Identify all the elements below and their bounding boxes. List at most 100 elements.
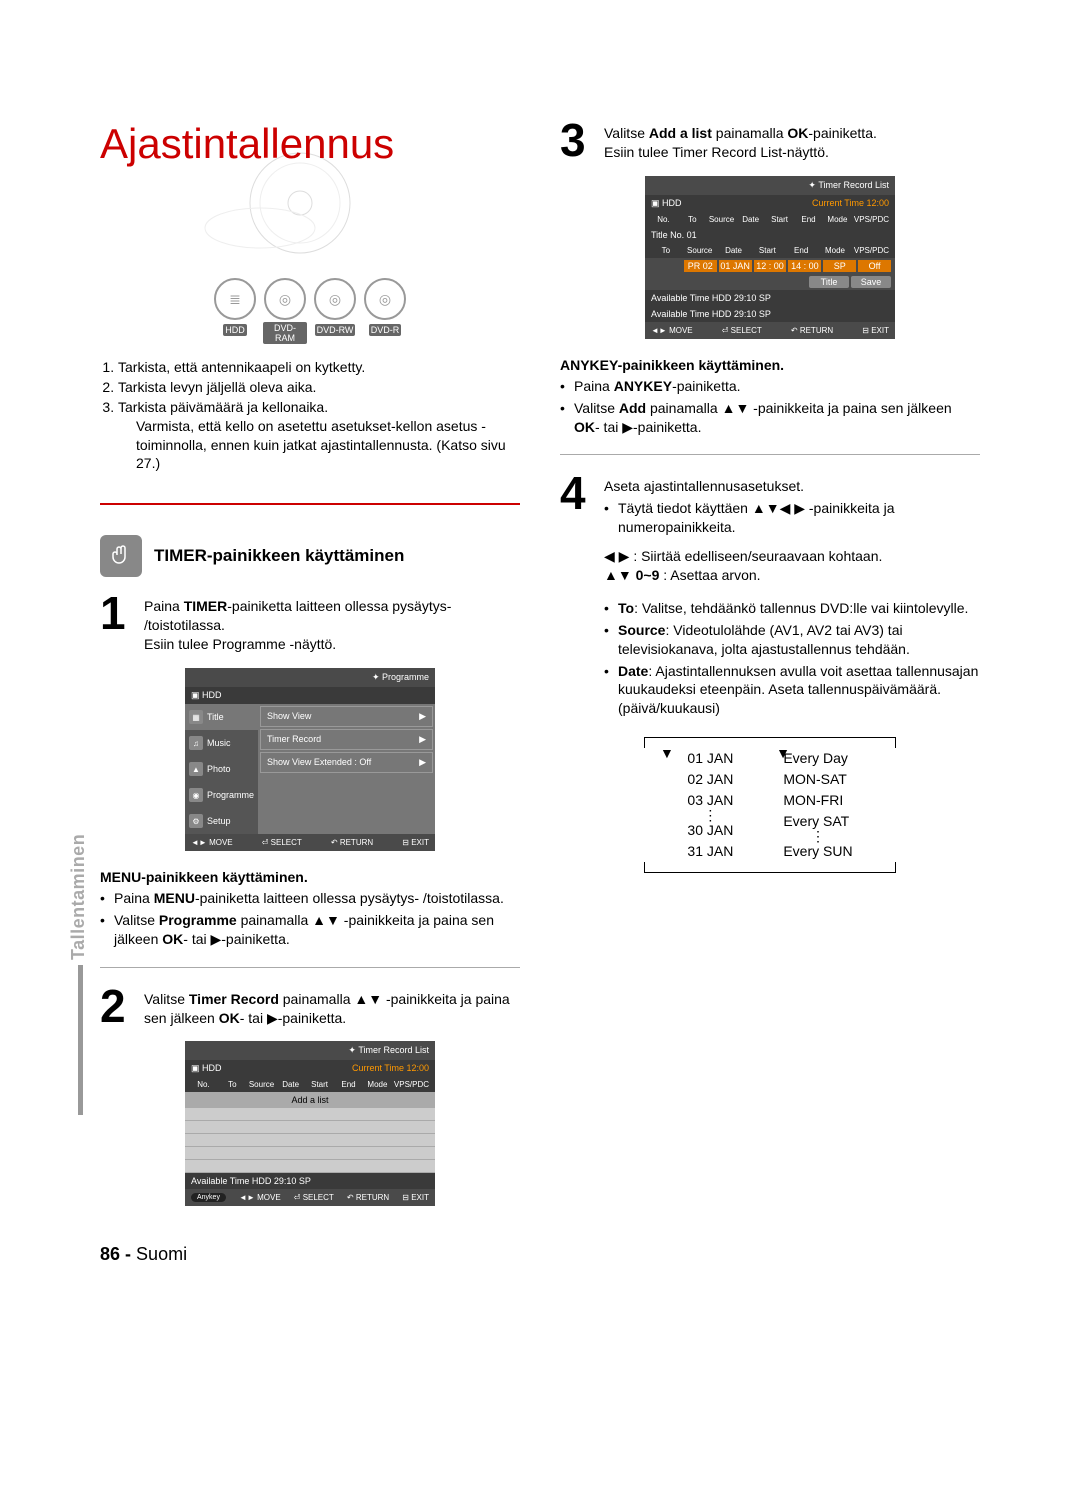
precheck-list: Tarkista, että antennikaapeli on kytkett… — [100, 358, 520, 473]
trl2-col-no: No. — [651, 215, 676, 224]
trl2-col-end: End — [796, 215, 821, 224]
ui-trl2-avail1: Available Time HDD 29:10 SP — [645, 290, 895, 306]
ui-foot-move: MOVE — [209, 838, 233, 847]
s4-b2-post: : Ajastintallennuksen avulla voit asetta… — [618, 663, 978, 717]
s2-b: Timer Record — [189, 991, 279, 1007]
ui-side-title: Title — [207, 712, 224, 722]
ui-side-photo: Photo — [207, 764, 231, 774]
trl2-rc-vps: VPS/PDC — [854, 246, 889, 255]
trl2-rc-mode: Mode — [820, 246, 850, 255]
df-l3: ⋮ — [687, 811, 733, 819]
trl2-foot-return: RETURN — [800, 326, 833, 335]
s4-b0-post: : Valitse, tehdäänkö tallennus DVD:lle v… — [634, 600, 968, 616]
s4-sub3-pre: ▲▼ — [604, 567, 636, 583]
trl2-row-2: 01 JAN — [719, 260, 752, 272]
step-3-body: Valitse Add a list painamalla OK-painike… — [604, 120, 980, 162]
ui-trl2-titleno: Title No. 01 — [645, 227, 895, 243]
trl2-foot-exit: EXIT — [871, 326, 889, 335]
s4-bullet-source: Source: Videotulolähde (AV1, AV2 tai AV3… — [618, 621, 980, 659]
precheck-2: Tarkista levyn jäljellä oleva aika. — [118, 378, 520, 397]
step1-after: Esiin tulee Programme -näyttö. — [144, 636, 336, 652]
precheck-extra: Varmista, että kello on asetettu asetuks… — [136, 417, 520, 474]
dvd-ram-label: DVD-RAM — [263, 322, 307, 344]
ak2-b2: OK — [574, 419, 595, 435]
s4-sub3-post: : Asettaa arvon. — [659, 567, 760, 583]
s2-pre: Valitse — [144, 991, 189, 1007]
ui-programme-device: HDD — [202, 690, 222, 700]
dvd-rw-icon: ◎ — [314, 278, 356, 320]
s4-b2-b: Date — [618, 663, 648, 679]
side-tab: Tallentaminen — [68, 834, 89, 960]
df-l5: 31 JAN — [687, 841, 733, 862]
trl2-row-4: 14 : 00 — [788, 260, 821, 272]
s3-mid: painamalla — [712, 125, 788, 141]
ui-main-timerrecord: Timer Record — [267, 734, 321, 745]
step-2-body: Valitse Timer Record painamalla ▲▼ -pain… — [144, 986, 520, 1028]
ak2-b: Add — [619, 400, 646, 416]
s4-bullet-date: Date: Ajastintallennuksen avulla voit as… — [618, 662, 980, 719]
mb2-b: Programme — [159, 912, 237, 928]
ui-trl-header: Timer Record List — [348, 1045, 429, 1056]
trl-foot-exit: EXIT — [411, 1193, 429, 1202]
s3-after: Esiin tulee Timer Record List-näyttö. — [604, 144, 829, 160]
page-number: 86 - — [100, 1244, 131, 1264]
s4-sub2: ◀ ▶ : Siirtää edelliseen/seuraavaan koht… — [604, 547, 980, 566]
s3-b: Add a list — [649, 125, 712, 141]
step1-pre: Paina — [144, 598, 184, 614]
mb2-b2: OK — [162, 931, 183, 947]
trl2-col-date: Date — [738, 215, 763, 224]
s3-b2: OK — [787, 125, 808, 141]
ui-foot-select: SELECT — [271, 838, 302, 847]
df-l4: 30 JAN — [687, 820, 733, 841]
dvd-ram-icon: ◎ — [264, 278, 306, 320]
ui-trl-current: Current Time 12:00 — [352, 1063, 429, 1074]
trl-col-date: Date — [278, 1080, 303, 1089]
step-number-2: 2 — [100, 986, 136, 1028]
step-4-body: Aseta ajastintallennusasetukset. •Täytä … — [604, 473, 980, 721]
ui-side-programme: Programme — [207, 790, 254, 800]
ak2-post: - tai ▶-painiketta. — [595, 419, 701, 435]
ui-programme-header: Programme — [372, 672, 429, 683]
ui-trl-avail: Available Time HDD 29:10 SP — [185, 1173, 435, 1189]
s4-line1: Aseta ajastintallennusasetukset. — [604, 478, 804, 494]
trl2-rc-to: To — [651, 246, 681, 255]
anykey-bullet-1: Paina ANYKEY-painiketta. — [574, 377, 741, 396]
dvd-rw-label: DVD-RW — [315, 324, 356, 336]
trl2-row-0 — [649, 260, 682, 272]
ui-side-music: Music — [207, 738, 231, 748]
ak1-post: -painiketta. — [672, 378, 740, 394]
s4-bullet-to: To: Valitse, tehdäänkö tallennus DVD:lle… — [618, 599, 968, 618]
media-icon-row: ≣HDD ◎DVD-RAM ◎DVD-RW ◎DVD-R — [100, 278, 520, 346]
df-r1: MON-SAT — [783, 769, 852, 790]
ui-programme-screenshot: Programme ▣ HDD ▦Title ♫Music ▲Photo ◉Pr… — [185, 668, 435, 851]
trl-col-no: No. — [191, 1080, 216, 1089]
trl2-col-mode: Mode — [825, 215, 850, 224]
hdd-label: HDD — [223, 324, 247, 336]
mb2-post3: - tai ▶-painiketta. — [183, 931, 289, 947]
step-number-4: 4 — [560, 473, 596, 721]
ui-trl2-current: Current Time 12:00 — [812, 198, 889, 209]
trl-foot-return: RETURN — [356, 1193, 389, 1202]
page-footer: 86 - Suomi — [100, 1244, 980, 1265]
trl2-rc-source: Source — [685, 246, 715, 255]
thin-separator-2 — [560, 454, 980, 455]
ui-trl-add: Add a list — [185, 1092, 435, 1108]
s2-post: - tai ▶-painiketta. — [240, 1010, 346, 1026]
anykey-bullet-2: Valitse Add painamalla ▲▼ -painikkeita j… — [574, 399, 980, 437]
trl-col-vps: VPS/PDC — [394, 1080, 429, 1089]
trl2-rc-date: Date — [719, 246, 749, 255]
section-heading: TIMER-painikkeen käyttäminen — [154, 546, 404, 566]
mb1-b: MENU — [154, 890, 195, 906]
section-divider — [100, 503, 520, 505]
s4-b1-b: Source — [618, 622, 665, 638]
ui-side-setup: Setup — [207, 816, 231, 826]
step-number-3: 3 — [560, 120, 596, 162]
side-tab-bar — [78, 965, 83, 1115]
trl-col-start: Start — [307, 1080, 332, 1089]
dvd-r-label: DVD-R — [369, 324, 402, 336]
s4-sub1: Täytä tiedot käyttäen ▲▼◀ ▶ -painikkeita… — [618, 499, 980, 537]
ui-foot-return: RETURN — [340, 838, 373, 847]
menu-bullet-1: Paina MENU-painiketta laitteen ollessa p… — [114, 889, 504, 908]
mb1-post: -painiketta laitteen ollessa pysäytys- /… — [195, 890, 504, 906]
mb2-pre: Valitse — [114, 912, 159, 928]
